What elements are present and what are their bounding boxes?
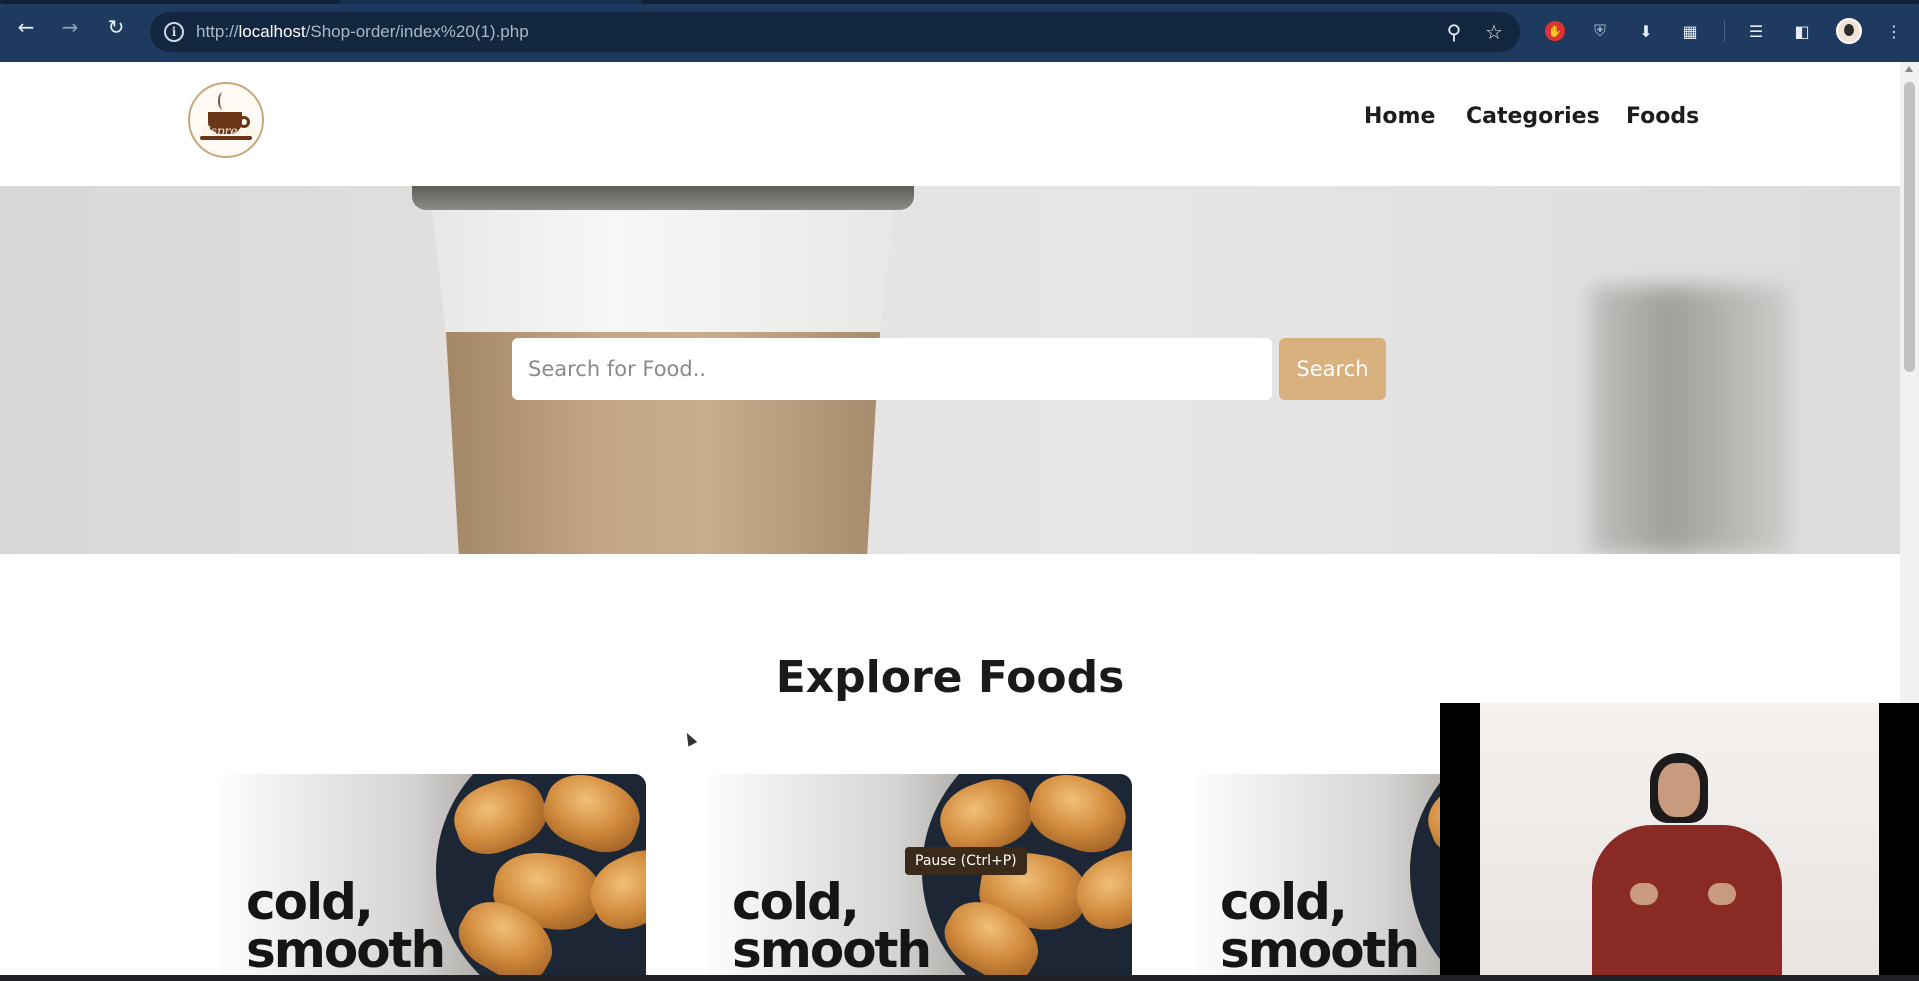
video-frame <box>1480 703 1879 975</box>
browser-tab[interactable] <box>642 0 1919 4</box>
url-text[interactable]: http://localhost/Shop-order/index%20(1).… <box>196 22 529 42</box>
site-header: Espresso Home Categories Foods <box>0 62 1900 186</box>
side-panel-icon[interactable]: ◧ <box>1790 19 1814 43</box>
hero-cup-image <box>432 208 894 332</box>
toolbar-separator <box>1724 20 1725 42</box>
adblock-icon[interactable]: ✋ <box>1545 21 1565 41</box>
presenter-face <box>1658 763 1700 817</box>
nav-home[interactable]: Home <box>1364 104 1435 129</box>
download-extension-icon[interactable]: ⬇ <box>1634 19 1658 43</box>
presenter-body <box>1592 825 1782 975</box>
site-logo[interactable]: Espresso <box>188 82 264 158</box>
scroll-up-arrow-icon[interactable] <box>1905 66 1913 72</box>
media-playlist-icon[interactable]: ☰ <box>1744 19 1768 43</box>
nav-foods[interactable]: Foods <box>1626 104 1699 129</box>
section-title: Explore Foods <box>775 652 1125 703</box>
reload-icon[interactable]: ↻ <box>104 15 128 39</box>
hero-banner: Search <box>0 186 1900 554</box>
food-card[interactable]: cold, smooth <box>220 774 646 975</box>
card-promo-text: cold, smooth <box>246 873 446 975</box>
logo-steam <box>218 92 228 110</box>
address-bar[interactable]: i http://localhost/Shop-order/index%20(1… <box>150 12 1520 52</box>
bookmark-star-icon[interactable]: ☆ <box>1482 20 1506 44</box>
card-plate-image <box>436 774 646 975</box>
card-promo-text: cold, smooth <box>1220 873 1420 975</box>
bottom-bar <box>0 975 1919 981</box>
forward-icon[interactable]: → <box>58 15 82 39</box>
presenter-hand <box>1630 883 1658 905</box>
logo-plate <box>200 136 252 140</box>
browser-toolbar: ← → ↻ i http://localhost/Shop-order/inde… <box>0 0 1919 62</box>
croissant-image <box>534 774 646 863</box>
nav-categories[interactable]: Categories <box>1466 104 1600 129</box>
site-info-icon[interactable]: i <box>164 22 184 42</box>
browser-tab[interactable] <box>0 0 340 4</box>
hero-background-object <box>1590 286 1790 554</box>
croissant-image <box>445 774 555 864</box>
card-promo-text: cold, smooth <box>732 873 932 975</box>
search-button[interactable]: Search <box>1279 338 1386 400</box>
hero-cup-lid <box>412 186 914 210</box>
webcam-video-overlay[interactable] <box>1440 703 1919 975</box>
shield-extension-icon[interactable]: ⛨ <box>1588 19 1612 43</box>
menu-dots-icon[interactable]: ⋮ <box>1882 19 1906 43</box>
profile-avatar[interactable] <box>1836 18 1862 44</box>
back-icon[interactable]: ← <box>14 15 38 39</box>
extensions-puzzle-icon[interactable]: ▦ <box>1678 19 1702 43</box>
scrollbar-thumb[interactable] <box>1904 82 1915 372</box>
presenter-hand <box>1708 883 1736 905</box>
zoom-icon[interactable]: ⚲ <box>1442 20 1466 44</box>
croissant-image <box>1020 774 1132 863</box>
pause-tooltip: Pause (Ctrl+P) <box>905 847 1027 875</box>
food-search-input[interactable] <box>512 338 1272 400</box>
